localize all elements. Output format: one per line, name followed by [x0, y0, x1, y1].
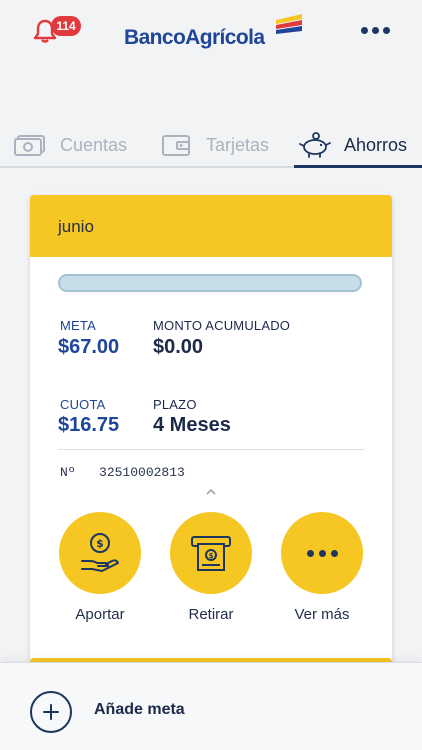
card-divider — [58, 449, 364, 450]
plus-icon — [43, 704, 59, 720]
retirar-circle: $ — [170, 512, 252, 594]
monto-value: $0.00 — [153, 336, 204, 358]
atm-cash-icon: $ — [191, 536, 231, 571]
action-label: Ver más — [294, 606, 350, 623]
aportar-button[interactable]: $ Aportar — [56, 512, 144, 623]
notification-badge: 114 — [51, 16, 81, 36]
top-bar: 114 BancoAgrícola — [0, 0, 422, 68]
aportar-circle: $ — [59, 512, 141, 594]
more-options-button[interactable] — [358, 20, 392, 40]
cuota-label: CUOTA — [60, 397, 106, 412]
dot — [360, 26, 368, 34]
goal-progress-bar — [58, 274, 362, 292]
active-tab-indicator — [294, 165, 422, 168]
product-tabs: Cuentas Tarjetas Ahorros — [0, 124, 422, 168]
account-prefix: Nº — [60, 465, 76, 480]
retirar-button[interactable]: $ Retirar — [167, 512, 255, 623]
bills-icon — [14, 135, 45, 156]
cuota-value: $16.75 — [58, 414, 120, 436]
action-label: Aportar — [75, 606, 125, 623]
brand-name: BancoAgrícola — [124, 26, 265, 49]
meta-label: META — [60, 318, 96, 333]
plazo-label: PLAZO — [153, 397, 197, 412]
svg-text:$: $ — [96, 537, 104, 550]
piggy-bank-icon — [299, 132, 331, 158]
svg-text:$: $ — [209, 552, 214, 560]
card-header: junio — [30, 195, 392, 257]
tab-cuentas[interactable]: Cuentas — [14, 124, 127, 166]
ver-mas-circle — [281, 512, 363, 594]
tab-label: Tarjetas — [206, 134, 270, 155]
plazo-value: 4 Meses — [153, 414, 231, 436]
tab-label: Ahorros — [344, 134, 408, 155]
account-number-value: 32510002813 — [99, 465, 185, 480]
wallet-icon — [162, 135, 190, 156]
tab-tarjetas[interactable]: Tarjetas — [160, 124, 269, 166]
dot — [371, 26, 379, 34]
dot — [382, 26, 390, 34]
chevron-up-icon[interactable] — [204, 487, 218, 497]
tab-ahorros[interactable]: Ahorros — [298, 124, 407, 166]
tab-label: Cuentas — [60, 134, 128, 155]
add-goal-button[interactable] — [30, 691, 72, 733]
hand-coins-icon: $ — [81, 533, 119, 572]
action-label: Retirar — [188, 606, 234, 623]
more-dots-icon — [306, 549, 338, 557]
meta-value: $67.00 — [58, 336, 120, 358]
ver-mas-button[interactable]: Ver más — [278, 512, 366, 623]
brand-logo: BancoAgrícola — [124, 10, 304, 56]
brand-mark-icon — [276, 14, 302, 34]
savings-goal-card[interactable]: junio META $67.00 MONTO ACUMULADO $0.00 … — [30, 195, 392, 665]
footer-bar: Añade meta — [0, 662, 422, 750]
add-goal-label[interactable]: Añade meta — [94, 701, 185, 719]
monto-label: MONTO ACUMULADO — [153, 318, 291, 333]
goal-title: junio — [58, 217, 94, 236]
account-number: Nº 32510002813 — [60, 465, 185, 480]
